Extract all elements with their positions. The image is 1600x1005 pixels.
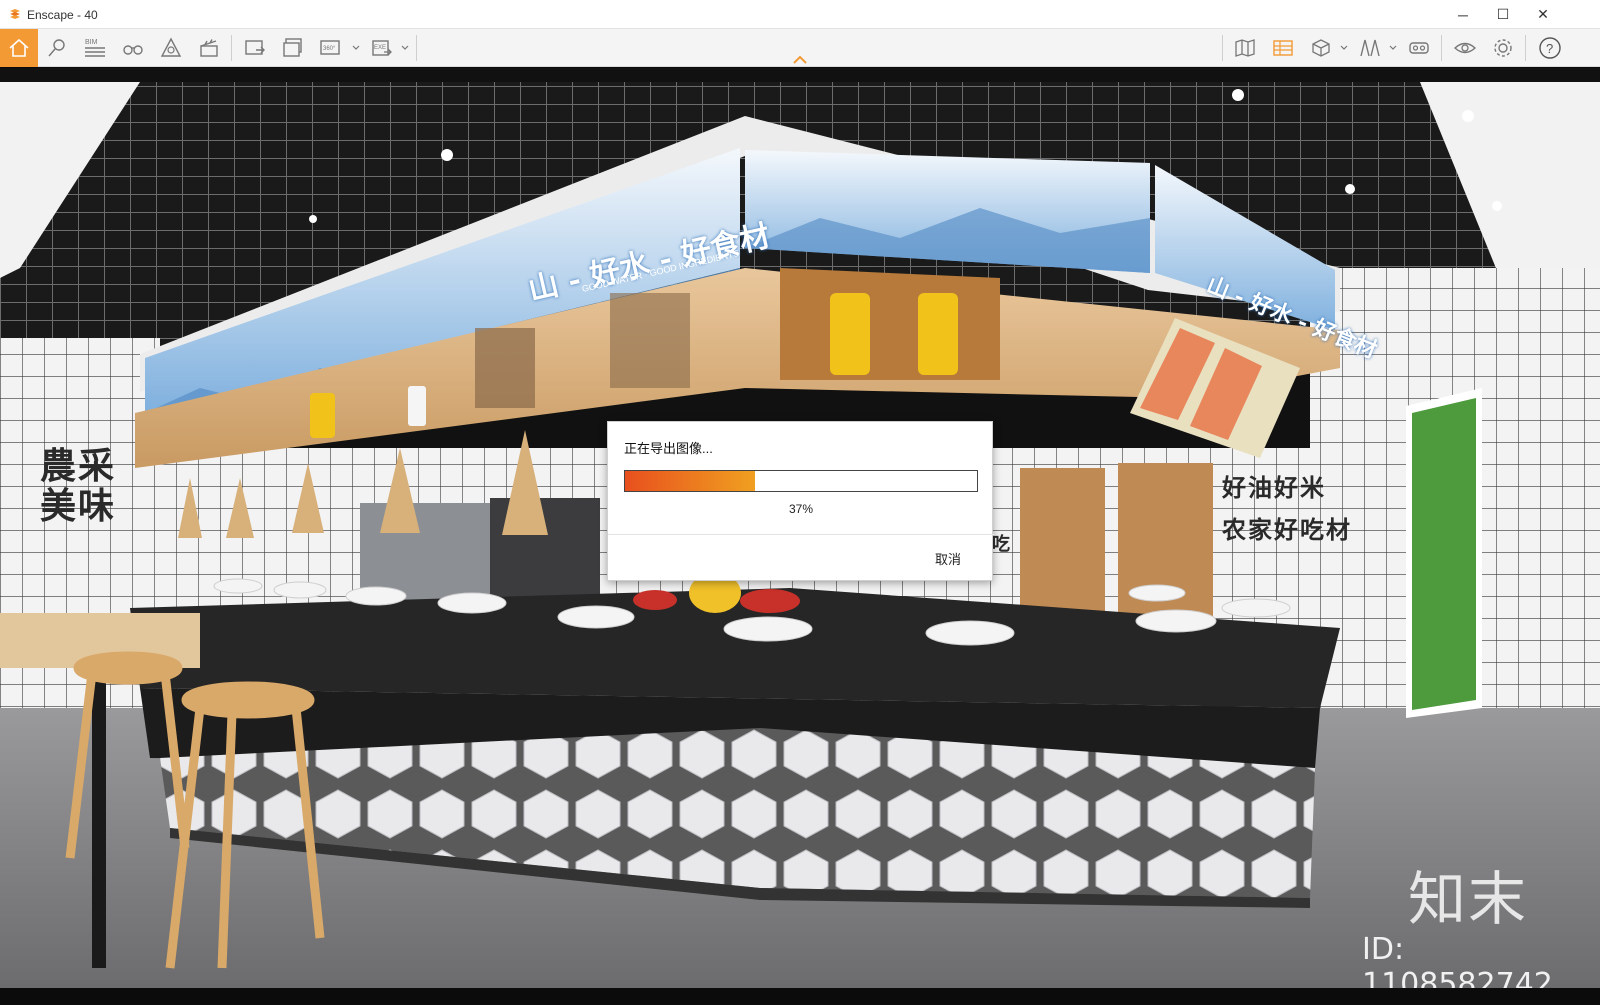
minimize-button[interactable]: ─	[1443, 0, 1483, 29]
export-progress-dialog: 正在导出图像... 37% 取消	[607, 421, 994, 581]
screenshot-button[interactable]	[236, 29, 274, 67]
map-icon	[1235, 39, 1255, 57]
video-editor-button[interactable]	[190, 29, 228, 67]
wall-sign-left: 農采 美味	[40, 445, 117, 527]
maximize-button[interactable]: ☐	[1483, 0, 1523, 29]
binoculars-icon	[123, 45, 143, 55]
close-button[interactable]: ✕	[1523, 0, 1563, 29]
views-button[interactable]	[38, 29, 76, 67]
clapperboard-icon	[200, 39, 218, 57]
toolbar-separator	[1441, 35, 1442, 61]
eye-icon	[1453, 42, 1477, 54]
cancel-button[interactable]: 取消	[918, 546, 978, 570]
bottom-strip	[0, 988, 1600, 1005]
view-mode-button[interactable]	[1302, 29, 1340, 67]
enscape-logo-icon	[10, 9, 20, 19]
export-progress-bar	[624, 470, 978, 492]
panorama-button[interactable]: 360°	[312, 29, 350, 67]
bim-list-icon: BIM	[85, 39, 105, 57]
wall-sign-right-line1: 好油好米	[1222, 473, 1326, 502]
side-char: 吃	[992, 534, 1012, 555]
export-status-message: 正在导出图像...	[624, 441, 713, 456]
view-mode-dropdown-icon[interactable]	[1339, 43, 1349, 53]
toolbar-separator	[231, 35, 232, 61]
collaboration-icon	[1360, 39, 1380, 57]
vr-headset-icon	[1409, 42, 1429, 54]
panorama-label: 360°	[323, 46, 336, 52]
help-glyph: ?	[1546, 41, 1553, 56]
help-button[interactable]: ?	[1531, 29, 1569, 67]
bim-button[interactable]: BIM	[76, 29, 114, 67]
screenshot-icon	[245, 40, 265, 55]
settings-button[interactable]	[1484, 29, 1522, 67]
wall-sign-right-line2: 农家好吃材	[1222, 515, 1352, 544]
batch-render-icon	[283, 38, 302, 57]
collapse-toolbar-chevron-icon[interactable]	[791, 55, 809, 65]
exe-export-icon: EXE	[372, 40, 392, 56]
collaboration-dropdown-icon[interactable]	[1388, 43, 1398, 53]
exe-dropdown-icon[interactable]	[400, 43, 410, 53]
toolbar-separator	[1525, 35, 1526, 61]
panorama-360-icon: 360°	[320, 40, 340, 55]
export-progress-fill	[625, 471, 756, 491]
asset-library-icon	[160, 37, 182, 57]
watermark-brand: 知末	[1408, 865, 1529, 933]
close-icon: ✕	[1537, 6, 1549, 22]
maximize-icon: ☐	[1496, 6, 1510, 22]
panorama-dropdown-icon[interactable]	[351, 43, 361, 53]
material-editor-button[interactable]	[1264, 29, 1302, 67]
home-button[interactable]	[0, 29, 38, 67]
window-title: Enscape - 40	[27, 8, 98, 22]
vr-headset-button[interactable]	[1400, 29, 1438, 67]
home-icon	[9, 38, 29, 57]
walk-mode-button[interactable]	[114, 29, 152, 67]
batch-render-button[interactable]	[274, 29, 312, 67]
collaboration-button[interactable]	[1351, 29, 1389, 67]
dialog-divider	[608, 534, 994, 535]
cube-icon	[1312, 39, 1330, 57]
watermark-id: ID: 1108582742	[1362, 932, 1553, 988]
exe-export-button[interactable]: EXE	[363, 29, 401, 67]
map-button[interactable]	[1226, 29, 1264, 67]
location-pin-icon	[48, 39, 65, 57]
exe-label: EXE	[374, 45, 386, 51]
asset-library-button[interactable]	[152, 29, 190, 67]
bim-label: BIM	[85, 39, 98, 46]
material-editor-icon	[1273, 40, 1293, 56]
toolbar-separator	[416, 35, 417, 61]
gear-icon	[1494, 39, 1512, 57]
help-icon: ?	[1539, 37, 1561, 59]
toolbar-separator	[1222, 35, 1223, 61]
title-bar: Enscape - 40 ─ ☐ ✕	[0, 0, 1600, 29]
export-progress-percent: 37%	[788, 502, 814, 516]
minimize-icon: ─	[1458, 6, 1468, 23]
visual-settings-button[interactable]	[1446, 29, 1484, 67]
